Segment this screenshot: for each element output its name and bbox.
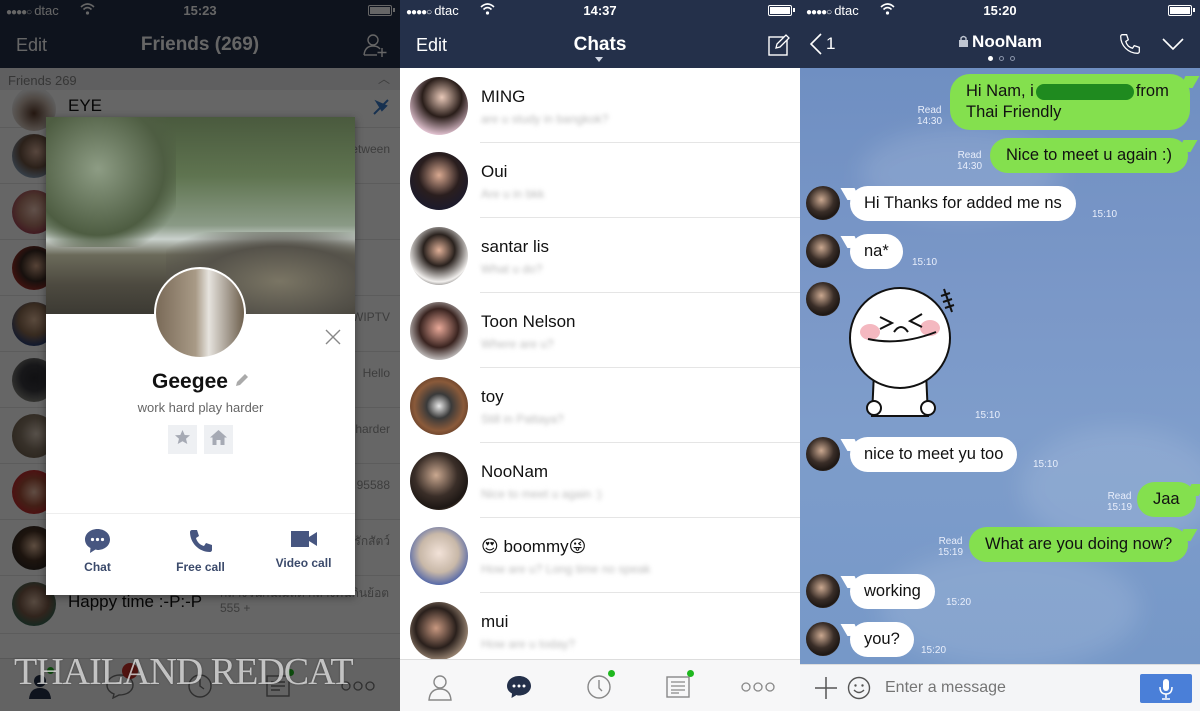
read-receipt: Read 14:30 bbox=[957, 150, 983, 172]
call-icon[interactable] bbox=[1119, 33, 1141, 60]
chat-list: MING are u study in bangkok? Oui Are u in … bbox=[400, 68, 800, 659]
phone-icon bbox=[189, 530, 212, 552]
tab-more[interactable] bbox=[738, 670, 778, 704]
contact-avatar[interactable] bbox=[806, 437, 840, 471]
avatar bbox=[410, 302, 468, 360]
message-bubble-received[interactable]: you? bbox=[850, 622, 914, 657]
read-receipt: Read 15:19 bbox=[938, 536, 964, 558]
chevron-down-icon[interactable] bbox=[595, 57, 603, 62]
message-input-bar bbox=[800, 664, 1200, 711]
compose-icon[interactable] bbox=[768, 34, 790, 61]
status-time: 15:20 bbox=[983, 3, 1017, 18]
chat-row[interactable]: santar lis What u do? bbox=[400, 218, 800, 293]
status-bar: ●●●●○ dtac 15:20 bbox=[800, 0, 1200, 22]
video-camera-icon bbox=[290, 531, 317, 547]
chat-row[interactable]: NooNam Nice to meet u again :) bbox=[400, 443, 800, 518]
navbar: ●●●●○ dtac 14:37 Edit Chats bbox=[400, 0, 800, 68]
contact-avatar[interactable] bbox=[806, 234, 840, 268]
message-bubble-sent[interactable]: Hi Nam, i from Thai Friendly bbox=[950, 74, 1190, 130]
chat-row[interactable]: Oui Are u in bkk bbox=[400, 143, 800, 218]
chat-row[interactable]: mui How are u today? bbox=[400, 593, 800, 659]
read-receipt: Read 14:30 bbox=[917, 105, 943, 127]
message-bubble-sent[interactable]: What are you doing now? bbox=[969, 527, 1189, 562]
avatar bbox=[410, 152, 468, 210]
chats-screen: ●●●●○ dtac 14:37 Edit Chats MING are u stu… bbox=[400, 0, 800, 711]
contact-avatar[interactable] bbox=[806, 282, 840, 316]
favorite-button[interactable] bbox=[168, 425, 197, 454]
battery-icon bbox=[1168, 5, 1195, 16]
plus-icon[interactable] bbox=[814, 676, 838, 705]
chevron-down-icon[interactable] bbox=[1162, 38, 1184, 56]
navbar: ●●●●○ dtac 15:20 1 NooNam bbox=[800, 0, 1200, 68]
tab-chats[interactable] bbox=[499, 670, 539, 704]
chat-button[interactable]: Chat bbox=[46, 514, 149, 595]
chat-row[interactable]: MING are u study in bangkok? bbox=[400, 68, 800, 143]
microphone-icon bbox=[1159, 678, 1173, 700]
voice-button[interactable] bbox=[1140, 674, 1192, 703]
tab-timeline[interactable] bbox=[579, 670, 619, 704]
message-time: 15:10 bbox=[1033, 459, 1059, 470]
message-bubble-sent[interactable]: Jaa bbox=[1137, 482, 1196, 517]
contact-avatar[interactable] bbox=[806, 622, 840, 656]
message-time: 15:10 bbox=[1092, 209, 1118, 220]
status-time: 14:37 bbox=[583, 3, 617, 18]
status-bar: ●●●●○ dtac 14:37 bbox=[400, 0, 800, 22]
message-bubble-received[interactable]: na* bbox=[850, 234, 903, 269]
profile-actions: Chat Free call Video call bbox=[46, 513, 355, 595]
home-icon bbox=[209, 429, 228, 451]
avatar bbox=[410, 452, 468, 510]
message-area[interactable]: Read 14:30 Hi Nam, i from Thai Friendly Re… bbox=[800, 68, 1200, 664]
moon-sticker[interactable] bbox=[846, 284, 966, 424]
avatar bbox=[410, 227, 468, 285]
chat-row[interactable]: Toon Nelson Where are u? bbox=[400, 293, 800, 368]
chatroom-screen: ●●●●○ dtac 15:20 1 NooNam Read 14:30 Hi Na… bbox=[800, 0, 1200, 711]
battery-icon bbox=[768, 5, 795, 16]
profile-name: Geegee bbox=[46, 370, 355, 394]
page-indicator bbox=[988, 56, 1015, 61]
avatar bbox=[410, 77, 468, 135]
home-button[interactable] bbox=[204, 425, 233, 454]
tab-friends[interactable] bbox=[420, 670, 460, 704]
video-call-button[interactable]: Video call bbox=[252, 514, 355, 595]
contact-avatar[interactable] bbox=[806, 574, 840, 608]
message-bubble-received[interactable]: working bbox=[850, 574, 935, 609]
redaction-mark bbox=[1035, 83, 1134, 100]
profile-avatar[interactable] bbox=[154, 267, 246, 359]
avatar bbox=[410, 602, 468, 659]
profile-status-message: work hard play harder bbox=[137, 400, 264, 415]
edit-pencil-icon[interactable] bbox=[234, 370, 249, 394]
message-bubble-received[interactable]: nice to meet yu too bbox=[850, 437, 1018, 472]
close-icon[interactable] bbox=[323, 327, 343, 347]
star-icon bbox=[174, 429, 191, 451]
chat-row[interactable]: 😍 boommy😜 How are u? Long time no speak bbox=[400, 518, 800, 593]
contact-avatar[interactable] bbox=[806, 186, 840, 220]
message-time: 15:20 bbox=[921, 645, 947, 656]
chat-row[interactable]: toy Still in Pattaya? bbox=[400, 368, 800, 443]
page-title[interactable]: Chats bbox=[400, 34, 800, 56]
message-bubble-sent[interactable]: Nice to meet u again :) bbox=[990, 138, 1188, 173]
tab-bar bbox=[400, 659, 800, 711]
friends-screen: ●●●●○dtac 15:23 Edit Friends (269) Frien… bbox=[0, 0, 400, 711]
read-receipt: Read 15:19 bbox=[1107, 491, 1133, 513]
lock-icon bbox=[959, 35, 969, 47]
message-time: 15:10 bbox=[975, 410, 1001, 421]
chat-bubble-icon bbox=[85, 529, 110, 553]
emoji-icon[interactable] bbox=[847, 676, 871, 705]
tab-news[interactable] bbox=[658, 670, 698, 704]
free-call-button[interactable]: Free call bbox=[149, 514, 252, 595]
avatar bbox=[410, 377, 468, 435]
message-time: 15:10 bbox=[912, 257, 938, 268]
avatar bbox=[410, 527, 468, 585]
profile-modal: Geegee work hard play harder Chat Free c… bbox=[46, 117, 355, 595]
message-bubble-received[interactable]: Hi Thanks for added me ns bbox=[850, 186, 1076, 221]
message-time: 15:20 bbox=[946, 597, 972, 608]
message-input[interactable] bbox=[885, 679, 1125, 697]
